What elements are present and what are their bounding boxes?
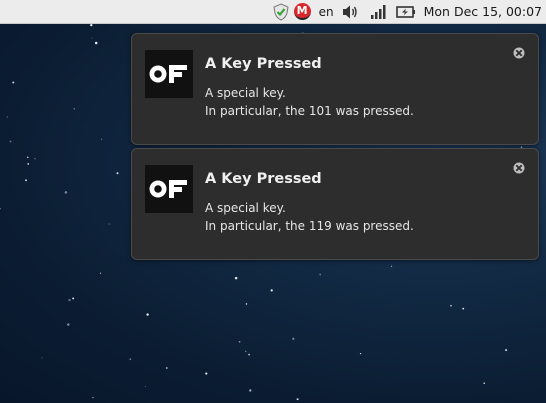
star <box>116 172 119 175</box>
mega-badge: M <box>293 3 311 20</box>
star <box>390 265 393 267</box>
star <box>245 303 248 305</box>
notification-body-line: A special key. <box>205 86 286 100</box>
star <box>270 289 273 292</box>
star <box>165 367 168 369</box>
network-signal-icon[interactable] <box>370 0 386 24</box>
star <box>99 272 102 274</box>
close-icon[interactable] <box>512 161 526 175</box>
star <box>67 323 70 326</box>
notification-summary: A Key Pressed <box>205 56 322 72</box>
notification-body-line: In particular, the 101 was pressed. <box>205 104 414 118</box>
star <box>94 41 98 45</box>
notification-body-line: A special key. <box>205 201 286 215</box>
star <box>27 156 29 159</box>
star <box>296 398 299 401</box>
star <box>101 138 103 140</box>
star <box>41 357 43 359</box>
star <box>249 389 252 392</box>
star <box>64 191 68 194</box>
star <box>24 179 28 182</box>
notification-body: A special key. In particular, the 101 wa… <box>205 84 414 120</box>
star <box>145 386 147 387</box>
star <box>108 223 110 225</box>
star <box>462 307 465 310</box>
top-panel: M en Mon Dec 15, 00:07 <box>0 0 546 24</box>
star <box>91 37 93 39</box>
notification-summary: A Key Pressed <box>205 171 322 187</box>
star <box>129 358 132 360</box>
star <box>68 298 71 302</box>
notification-card[interactable]: A Key Pressed A special key. In particul… <box>131 33 539 145</box>
star <box>27 163 30 165</box>
star <box>450 304 452 307</box>
star <box>319 273 322 276</box>
star <box>12 81 15 84</box>
star <box>146 313 149 316</box>
star <box>248 353 251 356</box>
battery-charging-icon[interactable] <box>395 0 416 24</box>
clock[interactable]: Mon Dec 15, 00:07 <box>424 0 542 24</box>
star <box>6 116 8 118</box>
star <box>9 140 12 143</box>
star <box>34 158 36 160</box>
notification-card[interactable]: A Key Pressed A special key. In particul… <box>131 148 539 260</box>
star <box>92 396 94 399</box>
star <box>72 297 75 300</box>
star <box>0 207 1 210</box>
star <box>505 349 508 352</box>
star <box>244 350 247 353</box>
openframeworks-logo-icon <box>145 50 193 98</box>
star <box>359 352 362 355</box>
notification-body-line: In particular, the 119 was pressed. <box>205 219 414 233</box>
star <box>238 340 241 343</box>
star <box>90 23 93 27</box>
openframeworks-logo-icon <box>145 165 193 213</box>
mega-icon[interactable]: M <box>293 0 311 24</box>
star <box>292 337 295 340</box>
star <box>483 382 485 385</box>
keyboard-layout-indicator[interactable]: en <box>319 0 334 24</box>
shield-check-icon[interactable] <box>272 0 290 24</box>
close-icon[interactable] <box>512 46 526 60</box>
star <box>73 107 76 110</box>
star <box>205 372 208 375</box>
notification-body: A special key. In particular, the 119 wa… <box>205 199 414 235</box>
star <box>234 276 238 280</box>
volume-icon[interactable] <box>342 0 360 24</box>
